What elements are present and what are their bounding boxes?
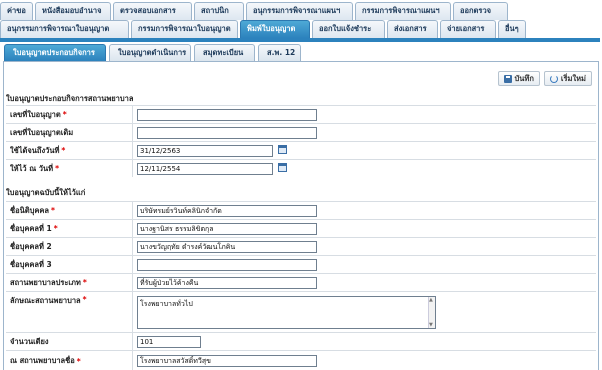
section-license-holder: ใบอนุญาตฉบับนี้ให้ไว้แก่	[6, 188, 86, 197]
row-facility-name: ณ สถานพยาบาลชื่อ * โรงพยาบาลสวัสดิ์ทวีสุข	[6, 350, 596, 370]
save-label: บันทึก	[514, 74, 534, 83]
tab-payment-notice[interactable]: ออกใบแจ้งชำระ	[312, 20, 385, 38]
subtab-sp12[interactable]: ส.พ. 12	[258, 44, 301, 61]
row-person2: ชื่อบุคคลที่ 2 นางขวัญฤทัย ดำรงค์วัฒนโภค…	[6, 237, 596, 255]
row-old-license-no: เลขที่ใบอนุญาตเดิม	[6, 123, 596, 141]
old-license-no-label: เลขที่ใบอนุญาตเดิม	[10, 127, 74, 137]
facility-nature-label: ลักษณะสถานพยาบาล	[10, 296, 81, 305]
row-beds: จำนวนเตียง 101	[6, 332, 596, 350]
tab-request[interactable]: ค่าขอ	[0, 2, 33, 20]
required-mark: *	[82, 278, 87, 287]
required-mark: *	[82, 295, 87, 304]
row-person3: ชื่อบุคคลที่ 3	[6, 255, 596, 273]
row-valid-until: ใช้ได้จนถึงวันที่ * 31/12/2563	[6, 141, 596, 159]
main-tabs-row1: ค่าขอ หนังสือมอบอำนาจ ตรวจสอบเอกสาร สถาป…	[0, 2, 510, 20]
tab-document-check[interactable]: ตรวจสอบเอกสาร	[113, 2, 192, 20]
tab-license-committee[interactable]: กรรมการพิจารณาใบอนุญาต	[131, 20, 238, 38]
row-issued-on: ให้ไว้ ณ วันที่ * 12/11/2554	[6, 159, 596, 177]
required-mark: *	[61, 146, 66, 155]
calendar-icon[interactable]	[278, 163, 287, 172]
person2-input[interactable]: นางขวัญฤทัย ดำรงค์วัฒนโภคิน	[137, 241, 317, 253]
person1-input[interactable]: นางฐานิสร ธรรมลิขิตกุล	[137, 223, 317, 235]
facility-name-label: ณ สถานพยาบาลชื่อ	[10, 356, 75, 365]
tab-architect[interactable]: สถาปนิก	[194, 2, 244, 20]
subtab-registry-book[interactable]: สมุดทะเบียน	[194, 44, 255, 61]
license-no-label: เลขที่ใบอนุญาต	[10, 109, 61, 119]
valid-until-label: ใช้ได้จนถึงวันที่	[10, 145, 60, 155]
juristic-name-input[interactable]: บริษัทรมย์รวินท์คลินิกจำกัด	[137, 205, 317, 217]
person1-label: ชื่อบุคคลที่ 1	[10, 223, 52, 233]
required-mark: *	[53, 224, 58, 233]
tab-power-of-attorney[interactable]: หนังสือมอบอำนาจ	[35, 2, 111, 20]
issued-on-input[interactable]: 12/11/2554	[137, 163, 273, 175]
facility-nature-value: โรงพยาบาลทั่วไป	[140, 300, 193, 308]
textarea-scrollbar[interactable]	[428, 297, 435, 328]
person2-label: ชื่อบุคคลที่ 2	[10, 241, 52, 251]
old-license-no-input[interactable]	[137, 127, 317, 139]
license-no-input[interactable]	[137, 109, 317, 121]
row-juristic-name: ชื่อนิติบุคคล * บริษัทรมย์รวินท์คลินิกจำก…	[6, 201, 596, 219]
subtab-operation-license[interactable]: ใบอนุญาตดำเนินการ	[109, 44, 191, 61]
sub-tabs: ใบอนุญาตประกอบกิจการ ใบอนุญาตดำเนินการ ส…	[4, 44, 304, 61]
row-person1: ชื่อบุคคลที่ 1 * นางฐานิสร ธรรมลิขิตกุล	[6, 219, 596, 237]
required-mark: *	[76, 356, 81, 366]
valid-until-input[interactable]: 31/12/2563	[137, 145, 273, 157]
tab-plan-committee[interactable]: กรรมการพิจารณาแผนฯ	[355, 2, 451, 20]
beds-input[interactable]: 101	[137, 336, 201, 348]
section-business-license: ใบอนุญาตประกอบกิจการสถานพยาบาล	[6, 94, 134, 103]
main-tabs-row2: อนุกรรมการพิจารณาใบอนุญาต กรรมการพิจารณา…	[0, 20, 528, 38]
facility-name-input[interactable]: โรงพยาบาลสวัสดิ์ทวีสุข	[137, 355, 317, 367]
tab-license-subcommittee[interactable]: อนุกรรมการพิจารณาใบอนุญาต	[0, 20, 129, 38]
person3-label: ชื่อบุคคลที่ 3	[10, 259, 52, 269]
required-mark: *	[62, 110, 67, 119]
facility-type-label: สถานพยาบาลประเภท	[10, 277, 81, 287]
calendar-icon[interactable]	[278, 145, 287, 154]
tab-plan-subcommittee[interactable]: อนุกรรมการพิจารณาแผนฯ	[246, 2, 353, 20]
beds-label: จำนวนเตียง	[10, 336, 49, 346]
tab-band	[0, 38, 600, 42]
row-facility-nature: ลักษณะสถานพยาบาล * โรงพยาบาลทั่วไป	[6, 291, 596, 332]
refresh-icon	[549, 74, 558, 83]
required-mark: *	[50, 206, 55, 215]
form-panel: บันทึก เริ่มใหม่ ใบอนุญาตประกอบกิจการสถา…	[3, 61, 599, 370]
facility-nature-textarea[interactable]: โรงพยาบาลทั่วไป	[137, 296, 436, 329]
juristic-name-label: ชื่อนิติบุคคล	[10, 205, 49, 215]
row-license-no: เลขที่ใบอนุญาต *	[6, 105, 596, 123]
tab-print-license[interactable]: พิมพ์ใบอนุญาต	[240, 20, 310, 38]
reset-button[interactable]: เริ่มใหม่	[543, 71, 592, 86]
save-icon	[503, 74, 512, 83]
tab-inspection[interactable]: ออกตรวจ	[453, 2, 508, 20]
row-facility-type: สถานพยาบาลประเภท * ที่รับผู้ป่วยไว้ค้างคื…	[6, 273, 596, 291]
tab-others[interactable]: อื่นๆ	[498, 20, 526, 38]
save-button[interactable]: บันทึก	[497, 71, 540, 86]
reset-label: เริ่มใหม่	[560, 74, 586, 83]
subtab-business-license[interactable]: ใบอนุญาตประกอบกิจการ	[4, 44, 106, 61]
facility-type-input[interactable]: ที่รับผู้ป่วยไว้ค้างคืน	[137, 277, 317, 289]
toolbar: บันทึก เริ่มใหม่	[497, 71, 592, 86]
issued-on-label: ให้ไว้ ณ วันที่	[10, 163, 54, 173]
tab-dispatch-documents[interactable]: จ่ายเอกสาร	[440, 20, 496, 38]
required-mark: *	[55, 164, 59, 173]
person3-input[interactable]	[137, 259, 317, 271]
tab-send-documents[interactable]: ส่งเอกสาร	[387, 20, 438, 38]
